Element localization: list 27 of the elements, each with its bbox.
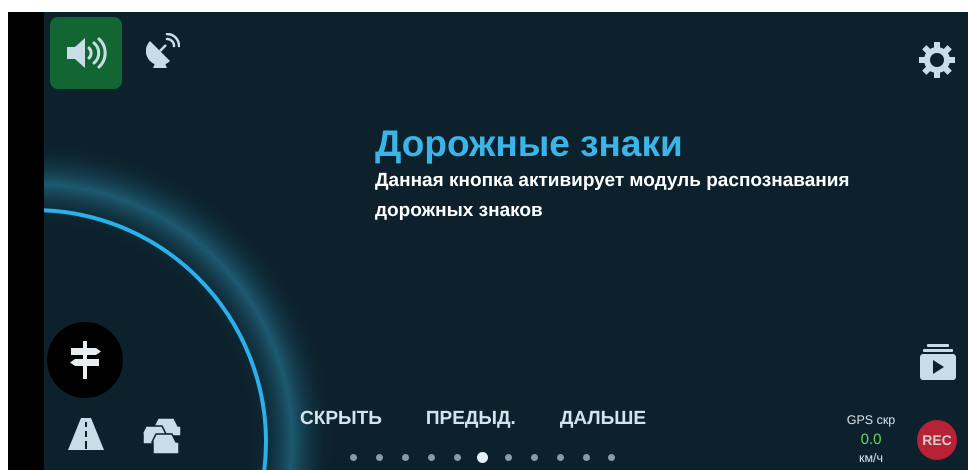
page-dot[interactable] [402,454,409,461]
tour-action-button[interactable]: ДАЛЬШЕ [560,404,646,434]
settings-icon[interactable] [918,41,956,79]
page-dot[interactable] [505,454,512,461]
tour-action-button[interactable]: ПРЕДЫД. [426,404,516,434]
page-dot[interactable] [350,454,358,461]
page-dot[interactable] [556,454,564,461]
road-icon[interactable] [68,418,104,450]
tour-action-button[interactable]: СКРЫТЬ [300,404,382,434]
record-button[interactable]: REC [917,420,957,460]
tip-title: Дорожные знаки [375,123,684,166]
sound-button[interactable] [50,17,122,89]
page-dot[interactable] [477,452,488,463]
signpost-icon [68,340,102,380]
page-dot[interactable] [454,454,461,461]
page-dot[interactable] [582,454,590,461]
page-dot[interactable] [608,454,616,461]
gps-speed-value: 0.0 [860,430,882,448]
gps-speed-label: GPS скр [846,412,896,429]
page-dot[interactable] [376,454,384,461]
page-dot[interactable] [530,454,538,461]
tip-description: Данная кнопка активирует модуль распознавания дорожных знаков [375,168,850,223]
speed-unit: км/ч [858,450,884,466]
speaker-icon [65,35,107,71]
satellite-dish-icon[interactable] [146,33,180,69]
video-gallery-icon[interactable] [919,344,957,380]
page-dot[interactable] [428,454,435,461]
